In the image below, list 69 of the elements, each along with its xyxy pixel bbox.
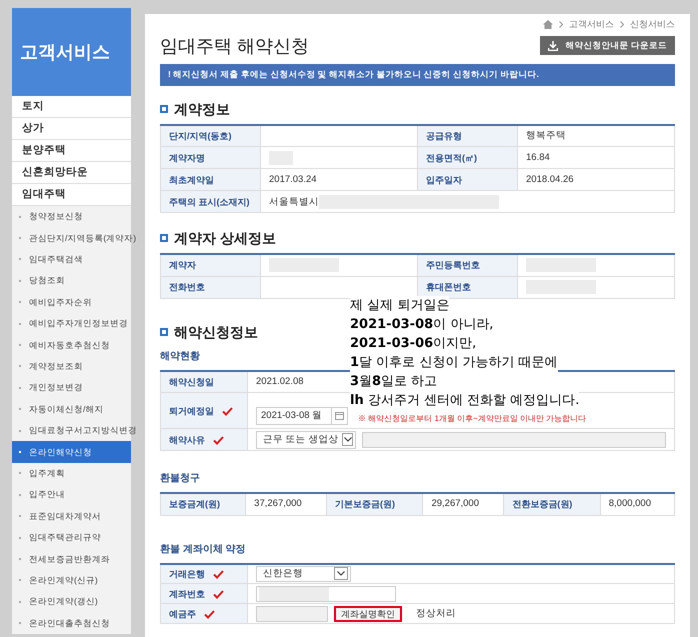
section-title: 계약자 상세정보: [174, 229, 276, 247]
field-value: 서울특별시: [260, 190, 674, 212]
field-label: 최초계약일: [160, 168, 260, 190]
field-label: 예금주: [169, 608, 196, 618]
account-number-field[interactable]: [256, 586, 396, 602]
download-button[interactable]: 해약신청안내문 다운로드: [540, 36, 675, 55]
verification-status: 정상처리: [416, 608, 456, 620]
field-label: 보증금계(원): [160, 493, 246, 515]
redacted-block: [259, 586, 329, 600]
submenu-item[interactable]: 임대료청구서고지방식변경: [29, 424, 137, 437]
field-label: 전화번호: [160, 276, 260, 298]
field-value: 2017.03.24: [260, 168, 418, 190]
field-value: 8,000,000: [600, 493, 674, 515]
page-title: 임대주택 해약신청: [160, 34, 310, 58]
submenu-item[interactable]: 입주계획: [29, 467, 65, 480]
section-title: 계약정보: [174, 100, 230, 118]
field-value: 2018.04.26: [518, 168, 674, 190]
field-label: 거래은행: [169, 568, 205, 579]
square-bullet-icon: [160, 328, 168, 336]
field-label: 퇴거예정일: [169, 406, 214, 416]
breadcrumb-link[interactable]: 신청서비스: [630, 18, 675, 32]
field-label: 해약신청일: [169, 376, 214, 387]
field-label: 계좌번호: [169, 588, 205, 598]
submenu-item[interactable]: 관심단지/지역등록(계약자): [29, 232, 136, 244]
field-label: 계약자: [160, 254, 260, 276]
dropdown-caret-icon: [334, 567, 348, 580]
subsection-title: 해약현황: [160, 350, 200, 364]
field-label: 주택의 표시(소재지): [160, 190, 260, 212]
sidebar-title: 고객서비스: [20, 40, 110, 64]
annotation-text: 1달 이후로 신청이 가능하기 때문에: [350, 353, 558, 372]
verify-account-button[interactable]: 계좌실명확인: [334, 606, 402, 622]
dropdown-caret-icon: [342, 433, 353, 446]
field-value: 16.84: [518, 146, 674, 168]
home-icon[interactable]: [543, 20, 553, 30]
field-label: 단지/지역(동호): [160, 124, 260, 146]
chevron-right-icon: [620, 21, 624, 28]
field-label: 기본보증금(원): [326, 493, 423, 515]
square-bullet-icon: [160, 234, 168, 242]
menu-item[interactable]: 토지: [22, 98, 44, 114]
menu-item[interactable]: 상가: [22, 120, 44, 136]
field-label: 휴대폰번호: [418, 276, 518, 298]
square-bullet-icon: [160, 104, 168, 112]
breadcrumb-link[interactable]: 고객서비스: [569, 18, 614, 32]
field-label: 전용면적(㎡): [418, 146, 518, 168]
field-label: 계약자명: [160, 146, 260, 168]
date-rule-note: ※ 해약신청일로부터 1개월 이후~계약만료일 이내만 가능합니다: [358, 412, 586, 424]
field-label: 입주일자: [418, 168, 518, 190]
field-value: 행복주택: [518, 124, 674, 146]
notice-banner: ! 해지신청서 제출 후에는 신청서수정 및 해지취소가 불가하오니 신중히 신청하시기 바랍니다.: [160, 64, 675, 86]
field-value: 29,267,000: [422, 493, 504, 515]
field-value: 2021.02.08: [256, 376, 304, 387]
download-icon: [548, 40, 558, 50]
bank-dropdown[interactable]: 신한은행: [256, 566, 351, 582]
field-label: 해약사유: [169, 434, 205, 444]
section-title: 해약신청정보: [174, 322, 258, 340]
field-label: 전환보증금(원): [504, 493, 600, 515]
subsection-title: 환불청구: [160, 472, 200, 486]
chevron-right-icon: [559, 21, 563, 28]
reason-dropdown[interactable]: 근무 또는 생업상: [256, 430, 356, 448]
field-label: 주민등록번호: [418, 254, 518, 276]
field-value: 37,267,000: [246, 493, 327, 515]
submenu-item[interactable]: 당첨조회: [29, 274, 65, 288]
date-field[interactable]: 2021-03-08 월: [256, 406, 348, 424]
field-label: 공급유형: [418, 124, 518, 146]
calendar-icon[interactable]: [335, 411, 344, 420]
reason-detail-field[interactable]: [362, 432, 666, 448]
submenu-item[interactable]: 입주안내: [29, 488, 65, 502]
subsection-title: 환불 계좌이체 약정: [160, 542, 246, 556]
account-holder-field[interactable]: [256, 606, 328, 622]
